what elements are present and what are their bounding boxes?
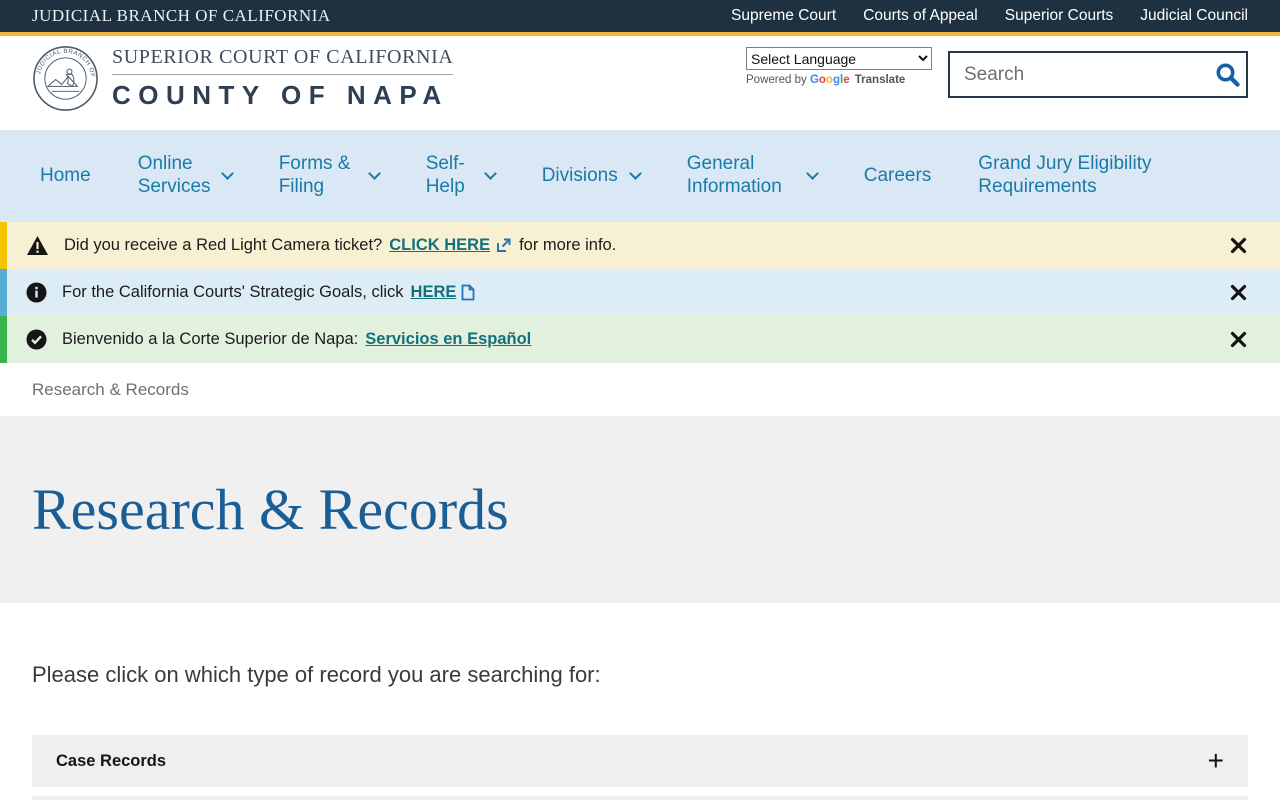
svg-text:JUDICIAL BRANCH OF CALIFORNIA: JUDICIAL BRANCH OF CALIFORNIA [32,45,96,78]
judicial-branch-seal-icon: JUDICIAL BRANCH OF CALIFORNIA [32,45,98,111]
utility-bar: JUDICIAL BRANCH OF CALIFORNIA Supreme Co… [0,0,1280,32]
utility-bar-links: Supreme Court Courts of Appeal Superior … [731,7,1248,25]
nav-item-careers[interactable]: Careers [864,165,932,188]
search-input[interactable] [950,63,1209,86]
warning-icon [26,235,49,256]
strategic-goals-link[interactable]: HERE [411,283,457,302]
link-supreme-court[interactable]: Supreme Court [731,7,836,25]
alert-red-light-camera: Did you receive a Red Light Camera ticke… [0,222,1280,269]
site-title-line2: COUNTY OF NAPA [112,80,449,110]
nav-item-online-services[interactable]: Online Services [138,153,234,199]
close-alert-button[interactable] [1226,327,1251,352]
nav-item-home[interactable]: Home [40,165,91,188]
site-title: SUPERIOR COURT OF CALIFORNIA COUNTY OF N… [112,46,454,111]
search-icon [1216,63,1240,87]
chevron-down-icon [805,167,819,180]
close-icon [1230,284,1247,301]
document-icon [461,284,475,301]
google-logo: Google [809,74,850,86]
search-button[interactable] [1209,53,1246,96]
chevron-down-icon [628,167,642,180]
close-icon [1230,237,1247,254]
link-superior-courts[interactable]: Superior Courts [1005,7,1114,25]
servicios-en-espanol-link[interactable]: Servicios en Español [365,330,531,349]
accordion-label: Case Records [56,751,167,770]
nav-item-grand-jury[interactable]: Grand Jury Eligibility Requirements [978,153,1164,199]
nav-item-forms-filing[interactable]: Forms & Filing [279,153,381,199]
external-link-icon [495,237,512,254]
link-judicial-council[interactable]: Judicial Council [1140,7,1248,25]
main-navigation: Home Online Services Forms & Filing Self… [0,130,1280,222]
accordion-item-partial[interactable] [32,796,1248,800]
intro-text: Please click on which type of record you… [32,662,601,687]
check-circle-icon [26,329,47,350]
page-title: Research & Records [32,477,509,542]
site-search [948,51,1248,98]
alert-strategic-goals: For the California Courts' Strategic Goa… [0,269,1280,316]
language-selector-block: Select Language Powered by Google Transl… [746,47,932,86]
alert-text: Bienvenido a la Corte Superior de Napa: … [62,330,532,349]
chevron-down-icon [220,167,234,180]
breadcrumb-current: Research & Records [32,380,189,399]
google-translate-attribution: Powered by Google Translate [746,74,906,86]
chevron-down-icon [367,167,381,180]
plus-icon: + [1207,745,1224,776]
close-alert-button[interactable] [1226,280,1251,305]
red-light-camera-link[interactable]: CLICK HERE [389,236,490,255]
chevron-down-icon [483,167,497,180]
nav-item-general-information[interactable]: General Information [687,153,819,199]
link-courts-of-appeal[interactable]: Courts of Appeal [863,7,978,25]
accordion-case-records[interactable]: Case Records + [32,735,1248,787]
alert-text: Did you receive a Red Light Camera ticke… [64,236,617,255]
language-select[interactable]: Select Language [746,47,932,70]
alert-text: For the California Courts' Strategic Goa… [62,283,482,302]
breadcrumb: Research & Records [0,363,1280,416]
utility-bar-brand: JUDICIAL BRANCH OF CALIFORNIA [32,6,331,25]
info-icon [26,282,47,303]
site-logo[interactable]: JUDICIAL BRANCH OF CALIFORNIA SUPERIOR C… [32,45,454,112]
nav-item-divisions[interactable]: Divisions [542,165,642,188]
alert-spanish-services: Bienvenido a la Corte Superior de Napa: … [0,316,1280,363]
site-title-line1: SUPERIOR COURT OF CALIFORNIA [112,46,454,75]
close-alert-button[interactable] [1226,233,1251,258]
close-icon [1230,331,1247,348]
nav-item-self-help[interactable]: Self-Help [426,153,497,199]
site-header: JUDICIAL BRANCH OF CALIFORNIA SUPERIOR C… [0,36,1280,130]
record-type-accordions: Case Records + [32,735,1248,800]
page-hero: Research & Records [0,416,1280,603]
